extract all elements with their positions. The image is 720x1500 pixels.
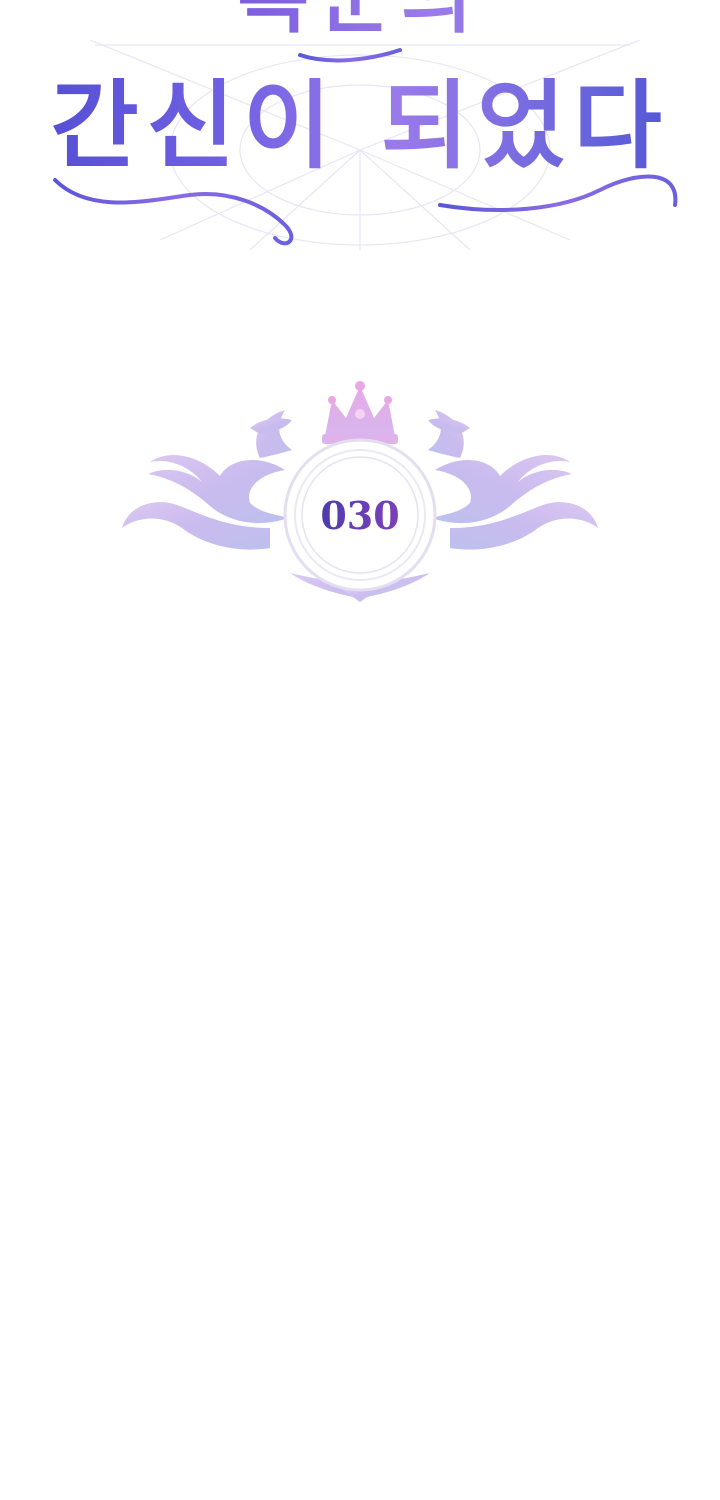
chapter-number: 030 — [290, 493, 430, 539]
crown-ornament-frame-icon — [122, 381, 598, 602]
chapter-emblem — [110, 378, 610, 603]
series-title-logo: 복군의 간신이 되었다 — [0, 0, 720, 260]
title-line-1: 복군의 — [0, 0, 720, 38]
title-line-2: 간신이 되었다 — [0, 78, 720, 174]
blank-page-area — [0, 620, 720, 1500]
